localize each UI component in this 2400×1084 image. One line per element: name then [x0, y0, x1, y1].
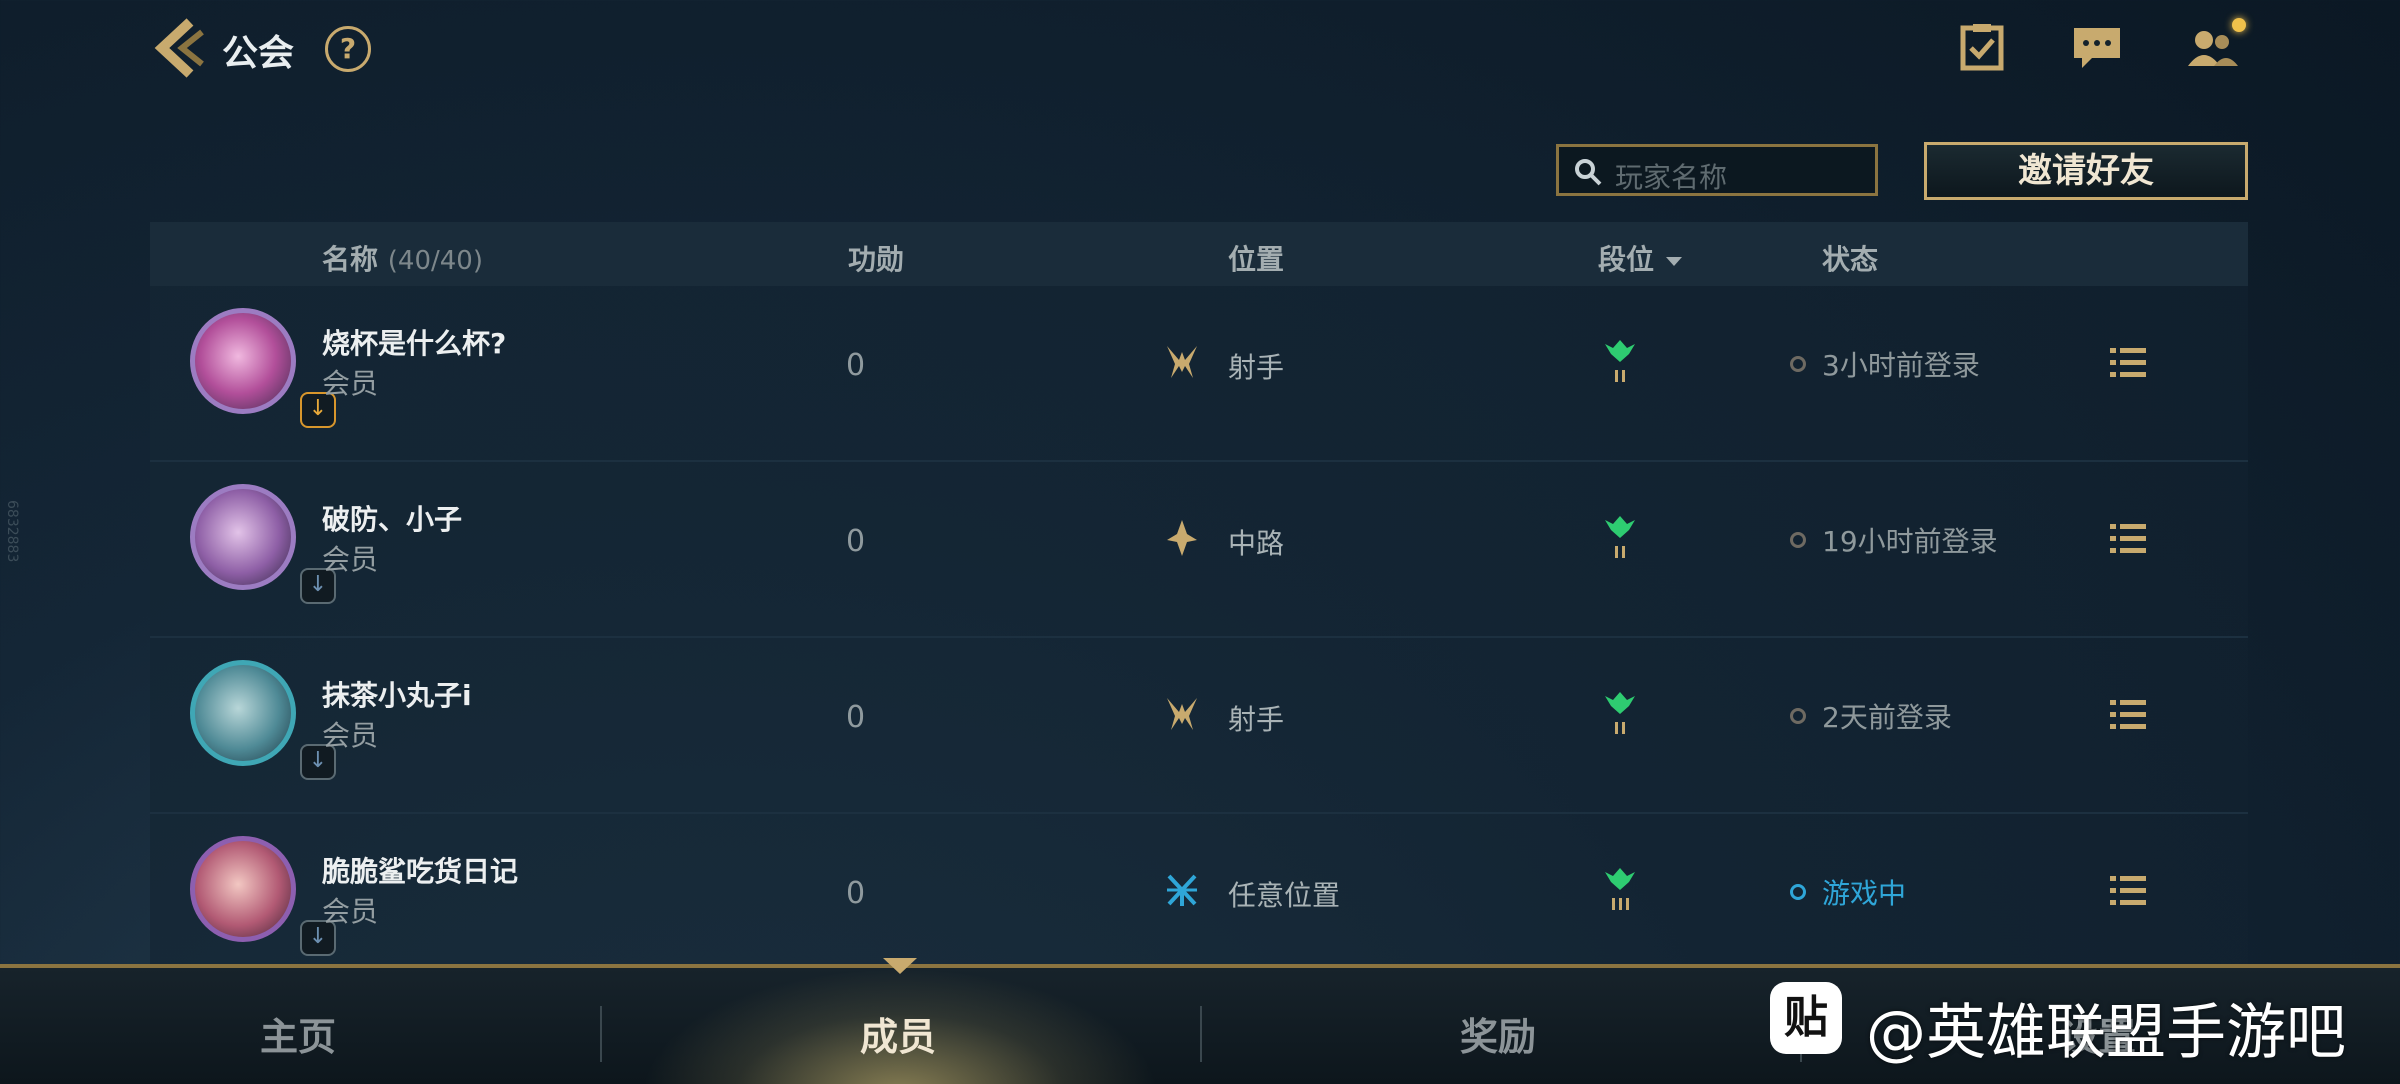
table-header: 名称 (40/40) 功勋 位置 段位 状态	[150, 222, 2248, 286]
player-search-input[interactable]: 玩家名称	[1556, 144, 1878, 196]
table-row[interactable]: ↓ 烧杯是什么杯? 会员 0 射手 3小时前登录	[150, 286, 2248, 462]
table-row[interactable]: ↓ 破防、小子 会员 0 中路 19小时前登录	[150, 462, 2248, 638]
friends-icon[interactable]	[2184, 22, 2240, 72]
rank-emblem-icon	[1605, 340, 1635, 382]
member-menu-icon[interactable]	[2110, 698, 2146, 732]
invite-friends-button[interactable]: 邀请好友	[1924, 142, 2248, 200]
tab-divider	[1200, 1006, 1202, 1062]
member-position: 射手	[1228, 703, 1285, 736]
rank-emblem-icon	[1605, 516, 1635, 558]
rank-emblem-icon	[1605, 868, 1635, 910]
member-merit: 0	[846, 348, 866, 383]
marksman-icon	[1167, 346, 1197, 378]
column-rank[interactable]: 段位	[1598, 238, 1683, 278]
member-menu-icon[interactable]	[2110, 874, 2146, 908]
column-rank-label: 段位	[1598, 243, 1655, 276]
rank-emblem-icon	[1605, 692, 1635, 734]
column-name-label: 名称	[322, 243, 379, 276]
back-arrow-icon[interactable]	[150, 18, 206, 78]
column-position[interactable]: 位置	[1228, 238, 1284, 278]
member-role: 会员	[322, 543, 379, 576]
member-merit: 0	[846, 700, 866, 735]
mid-lane-icon	[1167, 520, 1197, 556]
status-indicator	[1790, 884, 1806, 900]
avatar[interactable]: ↓	[190, 484, 336, 604]
member-status: 游戏中	[1822, 877, 1907, 910]
column-status[interactable]: 状态	[1822, 238, 1878, 278]
tab-divider	[600, 1006, 602, 1062]
search-icon	[1575, 159, 1602, 186]
tab-members[interactable]: 成员	[860, 1006, 936, 1061]
active-tab-notch-icon	[883, 958, 917, 974]
notification-dot	[2232, 18, 2246, 32]
member-count: (40/40)	[387, 246, 483, 276]
tab-rewards[interactable]: 奖励	[1460, 1006, 1536, 1061]
search-placeholder: 玩家名称	[1615, 161, 1728, 194]
member-status: 2天前登录	[1822, 701, 1952, 734]
member-name: 破防、小子	[322, 503, 463, 536]
member-menu-icon[interactable]	[2110, 346, 2146, 380]
clipboard-check-icon[interactable]	[1955, 22, 2011, 72]
watermark-text: @英雄联盟手游吧	[1866, 998, 2346, 1068]
tab-home[interactable]: 主页	[260, 1006, 336, 1061]
chat-icon[interactable]	[2070, 22, 2126, 72]
member-status: 3小时前登录	[1822, 349, 1980, 382]
status-indicator	[1790, 532, 1806, 548]
page-title: 公会	[222, 33, 295, 74]
member-position: 射手	[1228, 351, 1285, 384]
member-role: 会员	[322, 895, 379, 928]
member-position: 中路	[1228, 527, 1285, 560]
member-name: 脆脆鲨吃货日记	[322, 855, 519, 888]
member-role: 会员	[322, 719, 379, 752]
status-indicator	[1790, 356, 1806, 372]
member-merit: 0	[846, 876, 866, 911]
member-position: 任意位置	[1228, 879, 1341, 912]
member-status: 19小时前登录	[1822, 525, 1998, 558]
member-table: 名称 (40/40) 功勋 位置 段位 状态 ↓ 烧杯是什么杯? 会员 0 射手…	[150, 222, 2248, 990]
sort-down-icon	[1666, 256, 1683, 266]
any-position-icon	[1167, 874, 1197, 906]
top-bar: 公会 ?	[0, 0, 2400, 100]
table-row[interactable]: ↓ 抹茶小丸子i 会员 0 射手 2天前登录	[150, 638, 2248, 814]
member-merit: 0	[846, 524, 866, 559]
avatar[interactable]: ↓	[190, 660, 336, 780]
column-merit[interactable]: 功勋	[848, 238, 904, 278]
member-menu-icon[interactable]	[2110, 522, 2146, 556]
member-name: 抹茶小丸子i	[322, 679, 472, 712]
member-name: 烧杯是什么杯?	[322, 327, 507, 360]
avatar[interactable]: ↓	[190, 836, 336, 956]
marksman-icon	[1167, 698, 1197, 730]
side-code: 6832883	[4, 500, 20, 563]
status-indicator	[1790, 708, 1806, 724]
help-icon[interactable]: ?	[325, 26, 371, 72]
member-role: 会员	[322, 367, 379, 400]
tieba-logo-icon: 贴	[1770, 982, 1842, 1054]
column-name[interactable]: 名称 (40/40)	[322, 238, 483, 278]
avatar[interactable]: ↓	[190, 308, 336, 428]
